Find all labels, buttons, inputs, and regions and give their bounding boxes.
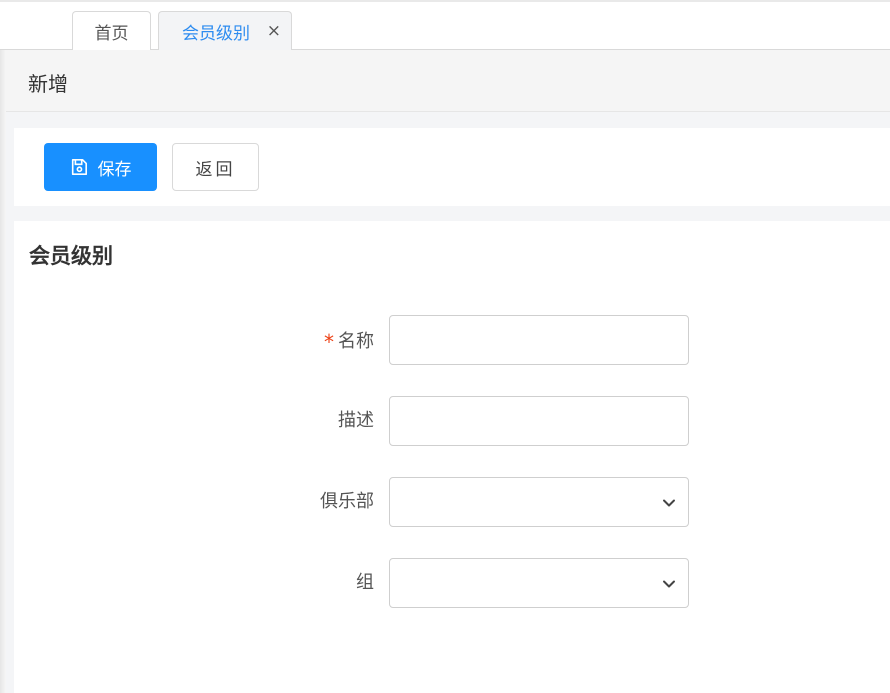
form-row-group: 组 xyxy=(14,558,890,608)
app-window: 首页 会员级别 × 新增 保存 返回 会员级别 * 名称 描述 俱乐部 组 xyxy=(0,0,890,693)
description-field-wrapper xyxy=(389,396,689,446)
chevron-down-icon xyxy=(663,499,675,507)
tab-member-level-label: 会员级别 xyxy=(182,24,250,44)
tab-home-label: 首页 xyxy=(94,24,129,44)
tab-member-level[interactable]: 会员级别 × xyxy=(158,11,292,51)
floppy-disk-icon xyxy=(71,158,87,176)
form-card: 会员级别 * 名称 描述 俱乐部 组 xyxy=(14,221,890,693)
form-row-description: 描述 xyxy=(14,396,890,446)
form-row-club: 俱乐部 xyxy=(14,477,890,527)
required-mark: * xyxy=(324,330,334,354)
page-title: 新增 xyxy=(28,72,68,96)
tab-home[interactable]: 首页 xyxy=(72,11,151,51)
chevron-down-icon xyxy=(663,580,675,588)
group-select[interactable] xyxy=(389,558,689,608)
club-label: 俱乐部 xyxy=(320,491,374,512)
description-input[interactable] xyxy=(390,397,688,445)
back-button-label: 返回 xyxy=(195,159,236,180)
name-label-text: 名称 xyxy=(338,331,374,352)
close-icon[interactable]: × xyxy=(267,21,281,41)
club-select[interactable] xyxy=(389,477,689,527)
name-input[interactable] xyxy=(390,316,688,364)
toolbar: 保存 返回 xyxy=(14,128,890,206)
description-label: 描述 xyxy=(338,410,374,431)
back-button[interactable]: 返回 xyxy=(172,143,259,191)
form-row-name: * 名称 xyxy=(14,315,890,365)
group-label: 组 xyxy=(356,572,374,593)
section-title: 会员级别 xyxy=(29,244,113,268)
save-button-label: 保存 xyxy=(97,159,132,180)
save-button[interactable]: 保存 xyxy=(44,143,157,191)
page-header: 新增 xyxy=(6,50,890,112)
name-label: * 名称 xyxy=(324,315,374,365)
name-field-wrapper xyxy=(389,315,689,365)
tab-bar: 首页 会员级别 × xyxy=(0,0,890,51)
